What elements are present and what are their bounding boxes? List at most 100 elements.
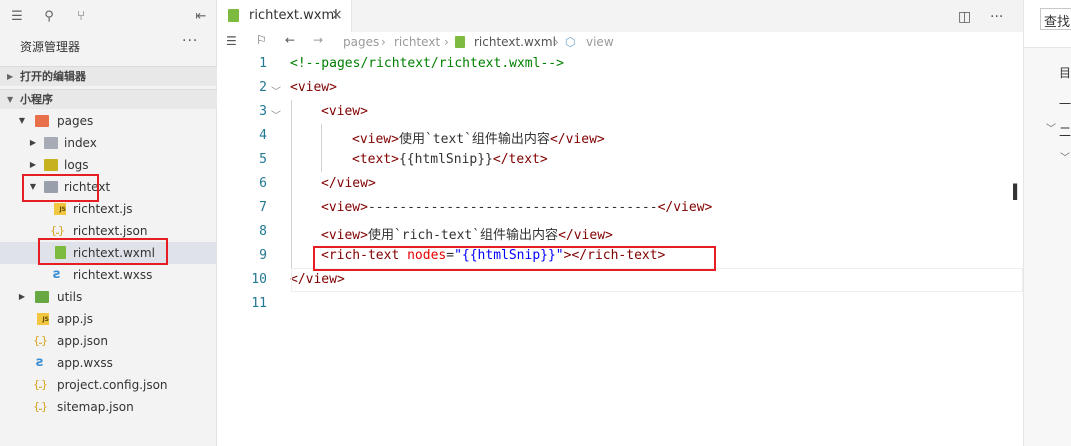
tree-label: richtext bbox=[64, 180, 111, 194]
chevron-down-icon: ▼ bbox=[29, 182, 37, 191]
section-label: 打开的编辑器 bbox=[20, 70, 86, 83]
outline-item[interactable]: 二 bbox=[1059, 123, 1071, 140]
code-line: <rich-text nodes="{{htmlSnip}}"></rich-t… bbox=[321, 248, 665, 263]
code-token: </view> bbox=[558, 228, 613, 243]
section-label: 小程序 bbox=[20, 93, 53, 106]
collapse-sidebar-icon[interactable]: ⇤ bbox=[192, 8, 210, 26]
indent-guide bbox=[291, 100, 292, 268]
tree-label: richtext.js bbox=[73, 202, 133, 216]
js-file-icon: JS bbox=[54, 203, 66, 215]
search-icon[interactable]: ⚲ bbox=[40, 8, 58, 26]
code-token: <text> bbox=[352, 152, 399, 167]
tree-item-richtext-wxml[interactable]: richtext.wxml bbox=[0, 242, 216, 264]
breadcrumb-item[interactable]: richtext bbox=[394, 35, 440, 49]
code-token: nodes bbox=[407, 248, 447, 263]
code-token: ></rich-text> bbox=[563, 248, 666, 263]
symbol-icon: ⬡ bbox=[565, 35, 576, 49]
line-number: 3 bbox=[259, 104, 267, 119]
code-token: </view> bbox=[321, 176, 376, 191]
code-token: </view> bbox=[657, 200, 713, 215]
line-number: 6 bbox=[259, 176, 267, 191]
line-number: 1 bbox=[259, 56, 267, 71]
tree-item-pages[interactable]: ▼ pages bbox=[0, 110, 216, 132]
section-open-editors[interactable]: ▶ 打开的编辑器 bbox=[0, 66, 217, 86]
text-cursor-icon: I bbox=[1011, 181, 1020, 206]
source-control-icon[interactable]: ⑂ bbox=[72, 8, 90, 26]
line-number: 4 bbox=[259, 128, 267, 143]
code-token: ------------------------------------- bbox=[367, 200, 658, 215]
close-icon[interactable]: × bbox=[331, 7, 343, 23]
tree-item-index[interactable]: ▶ index bbox=[0, 132, 216, 154]
tree-label: pages bbox=[57, 114, 94, 128]
code-token: <!--pages/richtext/richtext.wxml--> bbox=[290, 56, 564, 71]
tree-label: utils bbox=[57, 290, 83, 304]
code-line: <text>{{htmlSnip}}</text> bbox=[352, 152, 548, 167]
code-token: {{htmlSnip}} bbox=[398, 152, 493, 167]
more-actions-icon[interactable]: ··· bbox=[990, 9, 1003, 25]
tree-label: richtext.wxml bbox=[73, 246, 155, 260]
wxml-file-icon bbox=[55, 246, 66, 259]
tree-item-utils[interactable]: ▶ utils bbox=[0, 286, 216, 308]
tree-item-richtext[interactable]: ▼ richtext bbox=[0, 176, 216, 198]
chevron-right-icon: › bbox=[444, 35, 449, 49]
arrow-right-icon[interactable]: → bbox=[313, 33, 323, 47]
line-number: 5 bbox=[259, 152, 267, 167]
code-token: 使用`text`组件输出内容 bbox=[398, 132, 550, 147]
chevron-right-icon: ▶ bbox=[18, 292, 26, 301]
list-icon[interactable]: ☰ bbox=[226, 34, 237, 48]
code-token: <rich-text bbox=[321, 248, 408, 263]
more-actions-icon[interactable]: ··· bbox=[182, 33, 198, 49]
breadcrumb-item[interactable]: pages bbox=[343, 35, 379, 49]
section-miniprogram[interactable]: ▼ 小程序 bbox=[0, 89, 217, 109]
line-number: 2 bbox=[259, 80, 267, 95]
fold-chevron-icon[interactable]: ﹀ bbox=[271, 83, 281, 98]
arrow-left-icon[interactable]: ← bbox=[285, 33, 295, 47]
chevron-right-icon: › bbox=[554, 35, 559, 49]
tree-item-project-config-json[interactable]: {..} project.config.json bbox=[0, 374, 216, 396]
editor-tab-bar: richtext.wxml × ◫ ··· bbox=[217, 0, 1023, 32]
tree-item-app-wxss[interactable]: ƨ app.wxss bbox=[0, 352, 216, 374]
tree-label: richtext.wxss bbox=[73, 268, 153, 282]
code-line: <view>使用`text`组件输出内容</view> bbox=[352, 128, 605, 147]
bookmark-icon[interactable]: ⚐ bbox=[256, 33, 267, 47]
breadcrumb-item[interactable]: richtext.wxml bbox=[474, 35, 556, 49]
tree-item-richtext-js[interactable]: JS richtext.js bbox=[0, 198, 216, 220]
code-token: </text> bbox=[492, 152, 548, 167]
search-input[interactable]: 查找 bbox=[1040, 8, 1071, 30]
tree-item-sitemap-json[interactable]: {..} sitemap.json bbox=[0, 396, 216, 418]
chevron-right-icon: ▶ bbox=[7, 72, 14, 81]
tree-label: richtext.json bbox=[73, 224, 148, 238]
list-icon[interactable]: ☰ bbox=[8, 8, 26, 26]
line-number: 11 bbox=[251, 296, 267, 311]
chevron-down-icon: ▼ bbox=[7, 95, 14, 104]
fold-chevron-icon[interactable]: ﹀ bbox=[271, 107, 281, 122]
tree-label: app.js bbox=[57, 312, 93, 326]
tree-item-richtext-json[interactable]: {..} richtext.json bbox=[0, 220, 216, 242]
explorer-sidebar: ☰ ⚲ ⑂ ⇤ 资源管理器 ··· ▶ 打开的编辑器 ▼ 小程序 ▼ pages… bbox=[0, 0, 217, 446]
outline-item[interactable]: 一 bbox=[1059, 95, 1071, 112]
split-editor-icon[interactable]: ◫ bbox=[958, 9, 971, 25]
tab-label: richtext.wxml bbox=[249, 8, 338, 23]
code-token: "{{htmlSnip}}" bbox=[454, 248, 564, 263]
code-editor[interactable]: 1 2 3 4 5 6 7 8 9 10 11 <!--pages/richtext/richtex… bbox=[217, 54, 1023, 446]
folder-icon bbox=[44, 159, 58, 171]
tree-item-logs[interactable]: ▶ logs bbox=[0, 154, 216, 176]
wxss-file-icon: ƨ bbox=[53, 267, 61, 282]
tree-item-app-json[interactable]: {..} app.json bbox=[0, 330, 216, 352]
line-number: 7 bbox=[259, 200, 267, 215]
chevron-right-icon: ▶ bbox=[29, 138, 37, 147]
outline-item[interactable]: 目 bbox=[1059, 64, 1071, 81]
wxss-file-icon: ƨ bbox=[36, 355, 44, 370]
code-token: <view> bbox=[321, 228, 368, 243]
indent-guide bbox=[321, 124, 322, 172]
code-token: <view> bbox=[321, 104, 368, 119]
folder-icon bbox=[35, 291, 49, 303]
breadcrumb-item[interactable]: view bbox=[586, 35, 614, 49]
tree-item-richtext-wxss[interactable]: ƨ richtext.wxss bbox=[0, 264, 216, 286]
right-panel: 查找 目 一 ﹀ 二 ﹀ bbox=[1023, 0, 1071, 446]
code-token: <view> bbox=[321, 200, 368, 215]
tree-label: logs bbox=[64, 158, 89, 172]
tree-item-app-js[interactable]: JS app.js bbox=[0, 308, 216, 330]
tab-richtext-wxml[interactable]: richtext.wxml × bbox=[217, 0, 352, 32]
code-line: </view> bbox=[321, 176, 376, 191]
